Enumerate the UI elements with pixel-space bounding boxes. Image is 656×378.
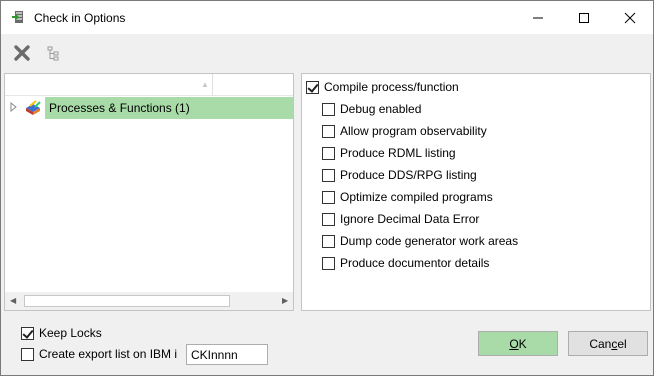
tree-item-label: Processes & Functions (1) — [49, 101, 190, 115]
dds-rpg-listing-checkbox[interactable] — [322, 168, 335, 182]
keep-locks-label: Keep Locks — [39, 326, 102, 340]
option-label: Produce documentor details — [340, 256, 490, 270]
minimize-button[interactable] — [515, 1, 561, 34]
dialog-window: Check in Options ▲ Processes & Functions… — [0, 0, 654, 376]
dialog-footer: Keep Locks Create export list on IBM i O… — [1, 313, 653, 375]
tree-column-header[interactable]: ▲ — [5, 74, 293, 96]
keep-locks-option[interactable]: Keep Locks — [21, 326, 102, 340]
option-label: Dump code generator work areas — [340, 234, 519, 248]
scrollbar-thumb[interactable] — [24, 295, 230, 307]
dump-work-areas-checkbox[interactable] — [322, 234, 335, 248]
optimize-programs-option[interactable]: Optimize compiled programs — [322, 190, 493, 204]
compile-option-label: Compile process/function — [324, 80, 459, 94]
ignore-decimal-error-checkbox[interactable] — [322, 212, 335, 226]
window-title: Check in Options — [34, 11, 126, 25]
dump-work-areas-option[interactable]: Dump code generator work areas — [322, 234, 518, 248]
close-icon — [624, 12, 636, 23]
processes-functions-icon — [26, 100, 41, 115]
toolbar — [1, 34, 653, 72]
option-label: Allow program observability — [340, 124, 487, 138]
ok-button[interactable]: OK — [478, 331, 558, 356]
debug-enabled-checkbox[interactable] — [322, 102, 335, 116]
option-label: Produce RDML listing — [340, 146, 456, 160]
dds-rpg-listing-option[interactable]: Produce DDS/RPG listing — [322, 168, 477, 182]
compile-checkbox[interactable] — [306, 80, 319, 94]
option-label: Optimize compiled programs — [340, 190, 493, 204]
cancel-label-start: Can — [589, 336, 612, 351]
tree-item-processes-functions[interactable]: Processes & Functions (1) — [5, 97, 293, 119]
documentor-details-option[interactable]: Produce documentor details — [322, 256, 489, 270]
ignore-decimal-error-option[interactable]: Ignore Decimal Data Error — [322, 212, 479, 226]
scroll-right-icon[interactable]: ▶ — [282, 296, 288, 305]
export-list-name-input[interactable] — [186, 344, 268, 365]
debug-enabled-option[interactable]: Debug enabled — [322, 102, 421, 116]
sort-arrow-icon: ▲ — [201, 80, 209, 89]
scroll-left-icon[interactable]: ◀ — [10, 296, 16, 305]
compile-option[interactable]: Compile process/function — [306, 80, 459, 94]
allow-observability-option[interactable]: Allow program observability — [322, 124, 487, 138]
options-pane: Compile process/function Debug enabled A… — [301, 73, 651, 311]
tree-pane[interactable]: ▲ Processes & Functions (1) ◀ ▶ — [4, 73, 294, 311]
cancel-label-end: el — [617, 336, 627, 351]
maximize-icon — [579, 12, 589, 23]
close-button[interactable] — [607, 1, 653, 34]
ok-label-rest: K — [518, 336, 527, 351]
title-bar: Check in Options — [1, 1, 653, 34]
column-separator[interactable] — [212, 74, 213, 95]
export-list-checkbox[interactable] — [21, 347, 34, 361]
keep-locks-checkbox[interactable] — [21, 326, 34, 340]
tree-view-icon[interactable] — [45, 44, 63, 62]
rdml-listing-checkbox[interactable] — [322, 146, 335, 160]
maximize-button[interactable] — [561, 1, 607, 34]
delete-icon[interactable] — [13, 44, 31, 62]
export-list-option[interactable]: Create export list on IBM i — [21, 347, 177, 361]
app-icon — [12, 11, 23, 23]
documentor-details-checkbox[interactable] — [322, 256, 335, 270]
option-label: Produce DDS/RPG listing — [340, 168, 477, 182]
horizontal-scrollbar[interactable]: ◀ ▶ — [5, 292, 293, 310]
option-label: Ignore Decimal Data Error — [340, 212, 480, 226]
rdml-listing-option[interactable]: Produce RDML listing — [322, 146, 456, 160]
minimize-icon — [533, 17, 543, 18]
export-list-label: Create export list on IBM i — [39, 347, 178, 361]
expand-arrow-icon[interactable] — [10, 102, 18, 112]
ok-label-mnemonic: O — [509, 336, 519, 351]
optimize-programs-checkbox[interactable] — [322, 190, 335, 204]
allow-observability-checkbox[interactable] — [322, 124, 335, 138]
option-label: Debug enabled — [340, 102, 422, 116]
cancel-button[interactable]: Can c el — [568, 331, 648, 356]
